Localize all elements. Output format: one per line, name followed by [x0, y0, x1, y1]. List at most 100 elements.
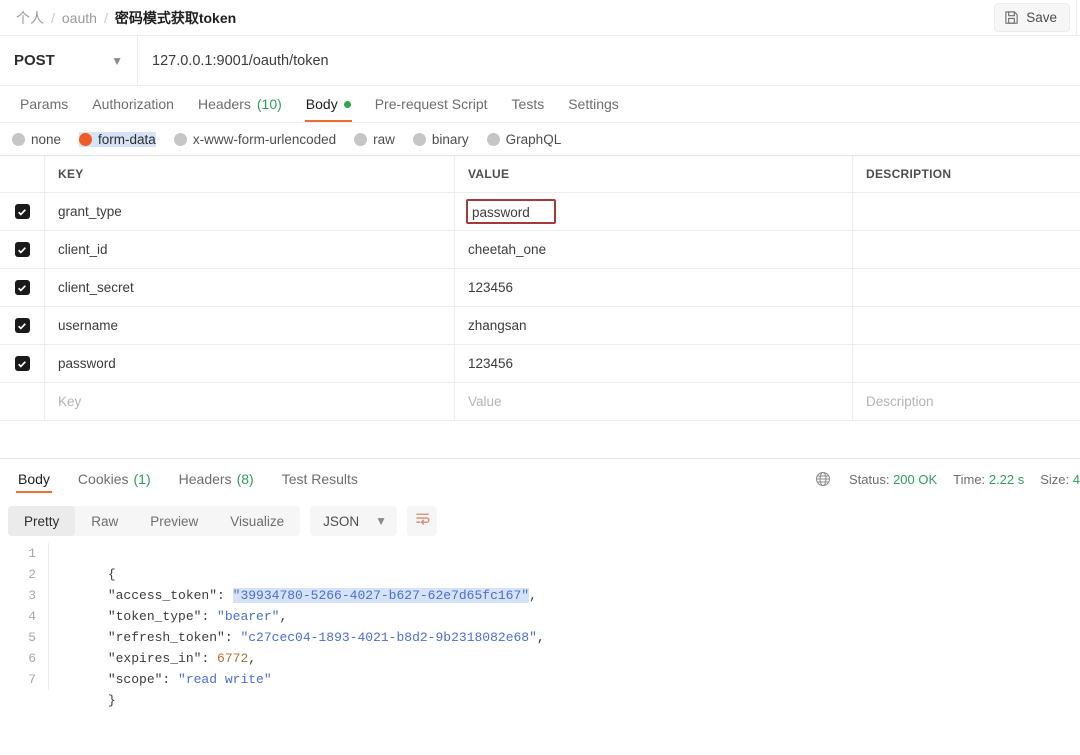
body-type-none-label: none: [31, 131, 62, 147]
response-body-code: 1 2 3 4 5 6 7 { "access_token": "3993478…: [0, 543, 1080, 708]
tab-body[interactable]: Body: [294, 86, 363, 122]
body-type-urlencoded[interactable]: x-www-form-urlencoded: [173, 132, 336, 147]
tab-pre-request-script[interactable]: Pre-request Script: [363, 86, 500, 122]
view-mode-visualize[interactable]: Visualize: [214, 506, 300, 536]
json-comma: ,: [279, 609, 288, 624]
json-comma: ,: [536, 630, 545, 645]
breadcrumb-request[interactable]: 密码模式获取token: [115, 8, 236, 28]
body-type-options: none form-data x-www-form-urlencoded raw…: [0, 123, 1080, 155]
topbar-right-edge: [1076, 0, 1080, 35]
row-checkbox-empty[interactable]: [0, 383, 45, 420]
response-tab-test-results-label: Test Results: [281, 471, 358, 487]
row-key-input[interactable]: client_id: [45, 231, 455, 268]
response-tab-cookies-count: (1): [133, 471, 151, 487]
response-tab-cookies[interactable]: Cookies (1): [64, 459, 165, 499]
json-value-token-type: "bearer": [217, 609, 280, 624]
breadcrumb-workspace[interactable]: 个人: [16, 8, 44, 28]
globe-icon[interactable]: [815, 471, 831, 487]
status-value: 200 OK: [893, 471, 938, 487]
word-wrap-button[interactable]: [407, 506, 437, 536]
http-method-select[interactable]: POST ▼: [0, 36, 138, 85]
row-description-input[interactable]: [853, 269, 1080, 306]
response-tab-body-label: Body: [18, 471, 50, 487]
row-value-input[interactable]: cheetah_one: [455, 231, 853, 268]
tab-body-label: Body: [305, 96, 338, 112]
row-description-input[interactable]: [853, 307, 1080, 344]
table-row: username zhangsan: [0, 307, 1080, 345]
row-value-input[interactable]: 123456: [455, 269, 853, 306]
line-number: 1: [28, 546, 36, 561]
response-tab-body[interactable]: Body: [4, 459, 64, 499]
chevron-down-icon: ▼: [111, 53, 123, 68]
body-type-binary[interactable]: binary: [412, 132, 469, 147]
row-checkbox[interactable]: [0, 307, 45, 344]
row-value-input[interactable]: password: [455, 193, 853, 230]
row-key-input[interactable]: username: [45, 307, 455, 344]
pane-divider[interactable]: [0, 421, 1080, 459]
row-key-input[interactable]: grant_type: [45, 193, 455, 230]
body-type-graphql[interactable]: GraphQL: [486, 131, 562, 147]
header-key: KEY: [45, 156, 455, 192]
body-type-raw[interactable]: raw: [354, 132, 395, 147]
tab-headers[interactable]: Headers (10): [186, 86, 294, 122]
radio-icon: [173, 132, 187, 146]
row-checkbox[interactable]: [0, 193, 45, 230]
json-value-access-token[interactable]: "39934780-5266-4027-b627-62e7d65fc167": [232, 588, 530, 603]
code-content[interactable]: { "access_token": "39934780-5266-4027-b6…: [48, 543, 1080, 708]
table-header-row: KEY VALUE DESCRIPTION: [0, 156, 1080, 193]
body-type-graphql-label: GraphQL: [505, 131, 562, 147]
save-button[interactable]: Save: [994, 3, 1070, 32]
url-input[interactable]: 127.0.0.1:9001/oauth/token: [138, 36, 1080, 85]
json-key-expires-in: "expires_in": [107, 651, 202, 666]
row-key-input[interactable]: client_secret: [45, 269, 455, 306]
response-time[interactable]: Time: 2.22 s: [953, 472, 1024, 487]
radio-icon: [354, 132, 368, 146]
row-checkbox[interactable]: [0, 231, 45, 268]
tab-settings[interactable]: Settings: [556, 86, 631, 122]
code-gutter: 1 2 3 4 5 6 7: [0, 543, 48, 690]
time-value: 2.22 s: [988, 471, 1025, 487]
json-colon: :: [224, 630, 241, 645]
json-value-expires-in: 6772: [217, 651, 249, 666]
body-type-form-data[interactable]: form-data: [79, 131, 156, 147]
response-format-select[interactable]: JSON ▼: [310, 506, 397, 536]
new-key-input[interactable]: Key: [45, 383, 455, 420]
row-value-input[interactable]: 123456: [455, 345, 853, 382]
json-open-brace: {: [107, 567, 116, 582]
chevron-down-icon: ▼: [375, 514, 387, 528]
response-tab-headers[interactable]: Headers (8): [165, 459, 268, 499]
url-text: 127.0.0.1:9001/oauth/token: [152, 52, 329, 69]
checkbox-checked-icon: [14, 356, 30, 371]
row-description-input[interactable]: [853, 193, 1080, 230]
view-mode-pretty[interactable]: Pretty: [8, 506, 76, 536]
row-description-input[interactable]: [853, 231, 1080, 268]
row-key-input[interactable]: password: [45, 345, 455, 382]
response-size[interactable]: Size: 4: [1040, 472, 1080, 487]
row-value-input[interactable]: zhangsan: [455, 307, 853, 344]
table-empty-row: Key Value Description: [0, 383, 1080, 421]
view-mode-raw[interactable]: Raw: [75, 506, 134, 536]
response-view-toolbar: Pretty Raw Preview Visualize JSON ▼: [0, 499, 1080, 543]
json-colon: :: [201, 609, 218, 624]
row-description-input[interactable]: [853, 345, 1080, 382]
row-checkbox[interactable]: [0, 269, 45, 306]
response-tab-test-results[interactable]: Test Results: [268, 459, 372, 499]
new-description-input[interactable]: Description: [853, 383, 1080, 420]
body-type-none[interactable]: none: [12, 132, 61, 147]
response-tab-cookies-label: Cookies: [77, 471, 129, 487]
radio-selected-icon: [79, 132, 93, 146]
tab-authorization[interactable]: Authorization: [80, 86, 186, 122]
new-value-input[interactable]: Value: [455, 383, 853, 420]
json-close-brace: }: [107, 693, 116, 708]
view-mode-preview[interactable]: Preview: [134, 506, 214, 536]
tab-params[interactable]: Params: [8, 86, 80, 122]
tab-tests[interactable]: Tests: [500, 86, 557, 122]
status-code[interactable]: Status: 200 OK: [849, 472, 937, 487]
save-button-label: Save: [1026, 10, 1057, 25]
breadcrumb-collection[interactable]: oauth: [62, 10, 97, 26]
row-checkbox[interactable]: [0, 345, 45, 382]
response-format-label: JSON: [323, 513, 360, 529]
response-status-bar: Status: 200 OK Time: 2.22 s Size: 4: [815, 459, 1080, 499]
json-comma: ,: [529, 588, 537, 603]
body-modified-dot-icon: [343, 100, 351, 108]
